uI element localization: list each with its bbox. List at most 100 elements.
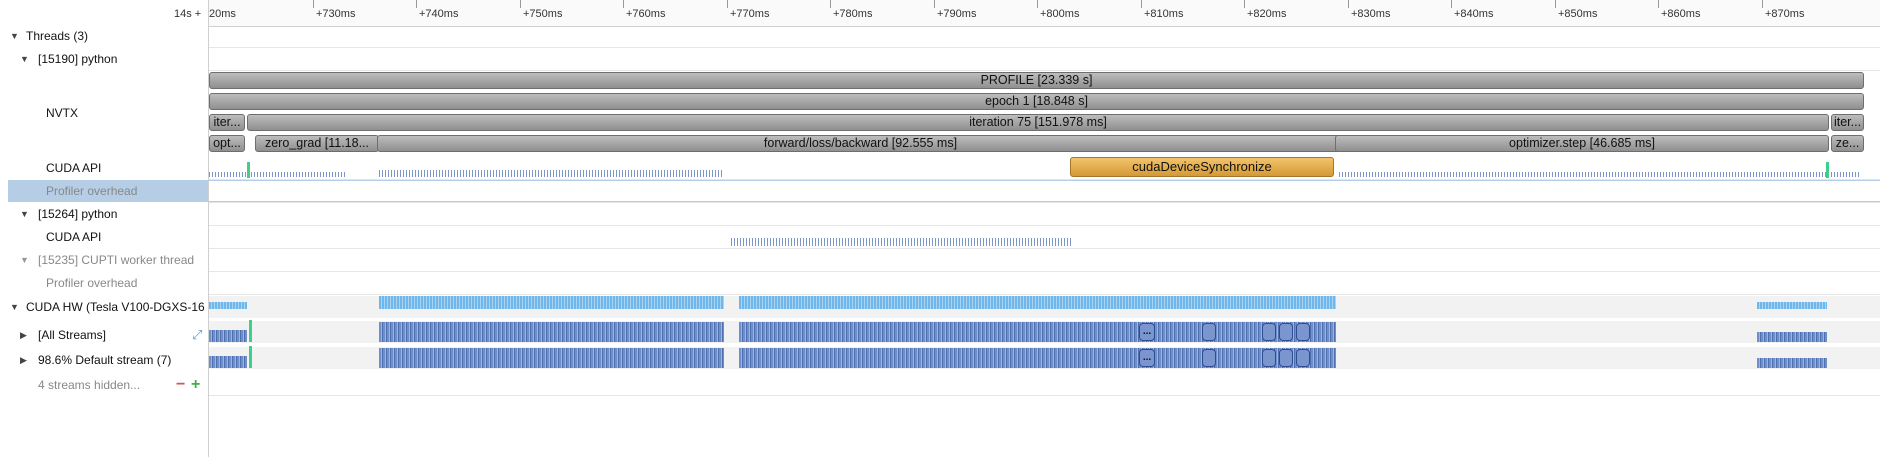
marker <box>247 162 250 178</box>
cuda-api-row-2[interactable]: CUDA API <box>8 226 208 248</box>
nvtx-range-iteration-next[interactable]: iter... <box>1831 114 1864 131</box>
ruler-tick-label: +730ms <box>316 8 356 20</box>
nvtx-range-opt-prev[interactable]: opt... <box>209 135 245 152</box>
ruler-tick-label: +870ms <box>1765 8 1805 20</box>
nvtx-range-iteration-prev[interactable]: iter... <box>209 114 245 131</box>
ruler-tick-label: +850ms <box>1558 8 1598 20</box>
ruler-tick-mark <box>727 0 728 8</box>
kernel-box[interactable] <box>1262 349 1276 367</box>
cuda-api-activity[interactable] <box>251 172 346 177</box>
threads-row[interactable]: ▼ Threads (3) <box>8 25 208 47</box>
nvtx-row[interactable]: NVTX <box>8 102 208 124</box>
kernel-box[interactable] <box>1296 323 1310 341</box>
triangle-down-icon[interactable]: ▼ <box>20 203 29 225</box>
triangle-down-icon[interactable]: ▼ <box>10 25 19 47</box>
thread-15235-row[interactable]: ▼ [15235] CUPTI worker thread <box>8 249 208 271</box>
thread-15190-row[interactable]: ▼ [15190] python <box>8 48 208 70</box>
nvtx-range-epoch[interactable]: epoch 1 [18.848 s] <box>209 93 1864 110</box>
ruler-tick-mark <box>623 0 624 8</box>
kernel-activity[interactable] <box>379 348 724 368</box>
ruler-tick-mark <box>1037 0 1038 8</box>
kernel-activity[interactable] <box>739 322 1336 342</box>
kernel-activity[interactable] <box>209 330 247 342</box>
kernel-box[interactable] <box>1262 323 1276 341</box>
marker <box>1826 162 1829 178</box>
cuda-api-label: CUDA API <box>46 161 102 175</box>
kernel-activity[interactable] <box>1757 358 1827 368</box>
cuda-api-activity[interactable] <box>731 238 1071 246</box>
kernel-box[interactable] <box>1296 349 1310 367</box>
kernel-box[interactable]: ... <box>1139 323 1155 341</box>
triangle-right-icon[interactable]: ▶ <box>20 324 27 346</box>
nvtx-label: NVTX <box>46 106 79 120</box>
nvtx-range-iteration[interactable]: iteration 75 [151.978 ms] <box>247 114 1829 131</box>
ruler-tick-label: +750ms <box>523 8 563 20</box>
marker <box>249 320 252 342</box>
plus-icon[interactable]: + <box>191 377 200 393</box>
cuda-hw-row[interactable]: ▼ CUDA HW (Tesla V100-DGXS-16 <box>8 296 208 318</box>
ruler-tick-mark <box>1658 0 1659 8</box>
kernel-activity[interactable] <box>1757 332 1827 342</box>
kernel-activity[interactable] <box>209 356 247 368</box>
profiler-overhead-row-2[interactable]: Profiler overhead <box>8 272 208 294</box>
timeline-tree: ▼ Threads (3) ▼ [15190] python NVTX CUDA… <box>8 0 209 457</box>
triangle-right-icon[interactable]: ▶ <box>20 349 27 371</box>
triangle-down-icon[interactable]: ▼ <box>20 249 29 271</box>
nvtx-range-zero-grad-next[interactable]: ze... <box>1831 135 1864 152</box>
cuda-api-activity[interactable] <box>209 172 247 177</box>
marker <box>249 346 252 368</box>
kernel-activity[interactable] <box>379 322 724 342</box>
ruler-tick-label: +780ms <box>833 8 873 20</box>
cuda-api-activity[interactable] <box>1339 172 1859 177</box>
profiler-overhead-label: Profiler overhead <box>46 184 138 198</box>
timeline-canvas[interactable]: 14s + 20ms +730ms +740ms +750ms +760ms +770m… <box>174 0 1880 457</box>
ruler-tick-mark <box>1762 0 1763 8</box>
ruler-tick-label: +840ms <box>1454 8 1494 20</box>
cuda-api-row-1[interactable]: CUDA API <box>8 157 208 179</box>
lane-divider <box>209 271 1880 272</box>
thread-15235-label: [15235] CUPTI worker thread <box>38 253 195 267</box>
kernel-box[interactable]: ... <box>1139 349 1155 367</box>
kernel-activity[interactable] <box>739 348 1336 368</box>
all-streams-label: [All Streams] <box>38 328 107 342</box>
cuda-device-synchronize[interactable]: cudaDeviceSynchronize <box>1070 157 1334 177</box>
resize-arrow-icon[interactable]: ⤢ <box>192 324 202 346</box>
ruler-tick-mark <box>313 0 314 8</box>
ruler-tick-mark <box>830 0 831 8</box>
streams-hidden-row: 4 streams hidden... − + <box>8 374 208 396</box>
default-stream-label: 98.6% Default stream (7) <box>38 353 172 367</box>
memcpy-activity[interactable] <box>209 302 247 309</box>
threads-label: Threads (3) <box>26 29 89 43</box>
kernel-box[interactable] <box>1202 323 1216 341</box>
ruler-tick-label: +830ms <box>1351 8 1391 20</box>
triangle-down-icon[interactable]: ▼ <box>10 296 19 318</box>
ruler-tick-mark <box>1451 0 1452 8</box>
default-stream-row[interactable]: ▶ 98.6% Default stream (7) <box>8 349 208 371</box>
memcpy-activity[interactable] <box>379 296 724 309</box>
nvtx-range-profile[interactable]: PROFILE [23.339 s] <box>209 72 1864 89</box>
nvtx-range-forward-backward[interactable]: forward/loss/backward [92.555 ms] <box>377 135 1344 152</box>
memcpy-activity[interactable] <box>739 296 1336 309</box>
thread-15264-row[interactable]: ▼ [15264] python <box>8 203 208 225</box>
ruler-tick-label: +760ms <box>626 8 666 20</box>
cuda-api-activity[interactable] <box>379 170 724 177</box>
time-ruler[interactable]: 14s + 20ms +730ms +740ms +750ms +760ms +770m… <box>174 0 1880 27</box>
ruler-tick-first: 20ms <box>209 8 236 20</box>
minus-icon[interactable]: − <box>176 377 185 393</box>
lane-divider <box>209 70 1880 71</box>
lane-divider <box>209 47 1880 48</box>
kernel-box[interactable] <box>1202 349 1216 367</box>
all-streams-row[interactable]: ▶ [All Streams] ⤢ <box>8 324 208 346</box>
ruler-tick-mark <box>1348 0 1349 8</box>
nvtx-range-optimizer-step[interactable]: optimizer.step [46.685 ms] <box>1335 135 1829 152</box>
kernel-box[interactable] <box>1279 349 1293 367</box>
ruler-tick-mark <box>520 0 521 8</box>
triangle-down-icon[interactable]: ▼ <box>20 48 29 70</box>
nvtx-range-zero-grad[interactable]: zero_grad [11.18... <box>255 135 379 152</box>
memcpy-activity[interactable] <box>1757 302 1827 309</box>
kernel-box[interactable] <box>1279 323 1293 341</box>
ellipsis-icon: ... <box>1142 326 1152 337</box>
profiler-overhead-row-1[interactable]: Profiler overhead <box>8 180 208 202</box>
ellipsis-icon: ... <box>1142 352 1152 363</box>
ruler-tick-mark <box>416 0 417 8</box>
